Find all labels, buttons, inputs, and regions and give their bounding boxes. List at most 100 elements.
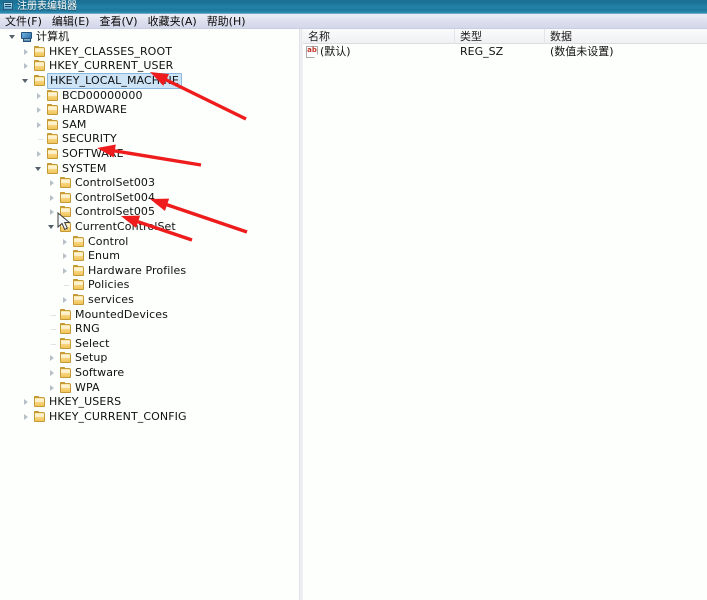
expander-icon[interactable] bbox=[7, 30, 20, 44]
tree-node-label: HKEY_CURRENT_USER bbox=[49, 59, 174, 73]
expander-icon[interactable] bbox=[46, 308, 59, 322]
tree-node-computer[interactable]: 计算机 bbox=[0, 30, 299, 45]
column-data[interactable]: 数据 bbox=[545, 29, 707, 44]
tree-node-hkey-classes-root[interactable]: HKEY_CLASSES_ROOT bbox=[0, 45, 299, 60]
folder-icon bbox=[59, 206, 72, 218]
folder-icon bbox=[46, 118, 59, 131]
tree-node-security[interactable]: SECURITY bbox=[0, 132, 299, 147]
tree-node-services[interactable]: services bbox=[0, 293, 299, 308]
column-type[interactable]: 类型 bbox=[455, 29, 545, 44]
tree-node-label: Software bbox=[75, 365, 125, 379]
tree-node-hardware-profiles[interactable]: Hardware Profiles bbox=[0, 264, 299, 279]
tree-node-system[interactable]: SYSTEM bbox=[0, 161, 299, 176]
expander-icon[interactable] bbox=[46, 176, 59, 190]
folder-icon bbox=[72, 235, 85, 248]
tree-node-bcd00000000[interactable]: BCD00000000 bbox=[0, 88, 299, 103]
tree-node-controlset003[interactable]: ControlSet003 bbox=[0, 176, 299, 191]
expander-icon[interactable] bbox=[59, 249, 72, 263]
registry-tree-pane[interactable]: 计算机 HKEY_CLASSES_ROOT HKEY_CURRENT_USER HKE… bbox=[0, 29, 300, 600]
tree-node-label: Setup bbox=[75, 351, 108, 365]
expander-icon[interactable] bbox=[59, 278, 72, 292]
expander-icon[interactable] bbox=[46, 351, 59, 365]
expander-icon[interactable] bbox=[20, 45, 33, 59]
expander-icon[interactable] bbox=[46, 322, 59, 336]
expander-icon[interactable] bbox=[46, 220, 59, 234]
tree-node-hkey-current-user[interactable]: HKEY_CURRENT_USER bbox=[0, 59, 299, 74]
expander-icon[interactable] bbox=[33, 147, 46, 161]
folder-icon bbox=[59, 337, 72, 350]
expander-icon[interactable] bbox=[20, 410, 33, 424]
menu-favorites[interactable]: 收藏夹(A) bbox=[148, 15, 202, 28]
value-type-cell: REG_SZ bbox=[460, 45, 504, 58]
tree-node-label: ControlSet004 bbox=[75, 190, 156, 204]
folder-icon bbox=[59, 191, 72, 204]
tree-node-control[interactable]: Control bbox=[0, 234, 299, 249]
expander-icon[interactable] bbox=[33, 162, 46, 176]
expander-icon[interactable] bbox=[20, 59, 33, 73]
registry-editor-icon bbox=[3, 1, 14, 12]
tree-node-hkey-current-config[interactable]: HKEY_CURRENT_CONFIG bbox=[0, 409, 299, 424]
folder-icon bbox=[59, 366, 72, 379]
expander-icon[interactable] bbox=[46, 205, 59, 219]
column-name[interactable]: 名称 bbox=[303, 29, 455, 44]
tree-node-label: SECURITY bbox=[62, 132, 117, 146]
string-value-icon: ab bbox=[306, 45, 318, 58]
expander-icon[interactable] bbox=[33, 89, 46, 103]
tree-node-sam[interactable]: SAM bbox=[0, 118, 299, 133]
title-bar[interactable]: 注册表编辑器 bbox=[0, 0, 707, 14]
expander-icon[interactable] bbox=[46, 191, 59, 205]
tree-node-label: HKEY_USERS bbox=[49, 395, 122, 409]
tree-node-label: 计算机 bbox=[36, 30, 70, 44]
window-title: 注册表编辑器 bbox=[17, 0, 77, 12]
tree-node-controlset005[interactable]: ControlSet005 bbox=[0, 205, 299, 220]
value-row[interactable]: ab (默认) REG_SZ (数值未设置) bbox=[303, 44, 707, 59]
tree-node-hardware[interactable]: HARDWARE bbox=[0, 103, 299, 118]
tree-node-select[interactable]: Select bbox=[0, 336, 299, 351]
tree-node-label: ControlSet003 bbox=[75, 176, 156, 190]
tree-node-label: WPA bbox=[75, 380, 100, 394]
tree-node-software[interactable]: SOFTWARE bbox=[0, 147, 299, 162]
tree-node-label: HARDWARE bbox=[62, 103, 128, 117]
tree-node-hkey-users[interactable]: HKEY_USERS bbox=[0, 395, 299, 410]
expander-icon[interactable] bbox=[33, 103, 46, 117]
menu-bar: 文件(F) 编辑(E) 查看(V) 收藏夹(A) 帮助(H) bbox=[0, 14, 707, 29]
expander-icon[interactable] bbox=[59, 293, 72, 307]
tree-node-software[interactable]: Software bbox=[0, 366, 299, 381]
menu-help[interactable]: 帮助(H) bbox=[207, 15, 251, 28]
value-name-text: (默认) bbox=[320, 45, 351, 58]
menu-file[interactable]: 文件(F) bbox=[5, 15, 47, 28]
tree-node-currentcontrolset[interactable]: CurrentControlSet bbox=[0, 220, 299, 235]
folder-icon bbox=[72, 279, 85, 291]
tree-node-label: RNG bbox=[75, 322, 100, 336]
tree-node-label: Policies bbox=[88, 278, 130, 292]
expander-icon[interactable] bbox=[20, 395, 33, 409]
folder-icon bbox=[72, 264, 85, 277]
tree-node-setup[interactable]: Setup bbox=[0, 351, 299, 366]
menu-view[interactable]: 查看(V) bbox=[99, 15, 142, 28]
expander-icon[interactable] bbox=[33, 118, 46, 132]
folder-icon bbox=[46, 148, 59, 160]
tree-node-rng[interactable]: RNG bbox=[0, 322, 299, 337]
tree-node-controlset004[interactable]: ControlSet004 bbox=[0, 191, 299, 206]
tree-node-hkey-local-machine[interactable]: HKEY_LOCAL_MACHINE bbox=[0, 73, 299, 90]
tree-node-wpa[interactable]: WPA bbox=[0, 380, 299, 395]
expander-icon[interactable] bbox=[59, 235, 72, 249]
tree-node-label: Select bbox=[75, 336, 110, 350]
expander-icon[interactable] bbox=[33, 132, 46, 146]
folder-icon bbox=[46, 104, 59, 116]
expander-icon[interactable] bbox=[46, 381, 59, 395]
tree-node-label: ControlSet005 bbox=[75, 205, 156, 219]
expander-icon[interactable] bbox=[20, 74, 33, 88]
tree-node-label: services bbox=[88, 292, 134, 306]
expander-icon[interactable] bbox=[59, 264, 72, 278]
menu-edit[interactable]: 编辑(E) bbox=[52, 15, 95, 28]
tree-node-label: HKEY_CLASSES_ROOT bbox=[49, 44, 173, 58]
tree-node-enum[interactable]: Enum bbox=[0, 249, 299, 264]
expander-icon[interactable] bbox=[46, 366, 59, 380]
expander-icon[interactable] bbox=[46, 337, 59, 351]
tree-node-mounteddevices[interactable]: MountedDevices bbox=[0, 307, 299, 322]
values-list-header: 名称 类型 数据 bbox=[303, 29, 707, 44]
folder-icon bbox=[33, 60, 46, 72]
values-list-pane[interactable]: 名称 类型 数据 ab (默认) REG_SZ (数值未设置) bbox=[303, 29, 707, 600]
tree-node-policies[interactable]: Policies bbox=[0, 278, 299, 293]
